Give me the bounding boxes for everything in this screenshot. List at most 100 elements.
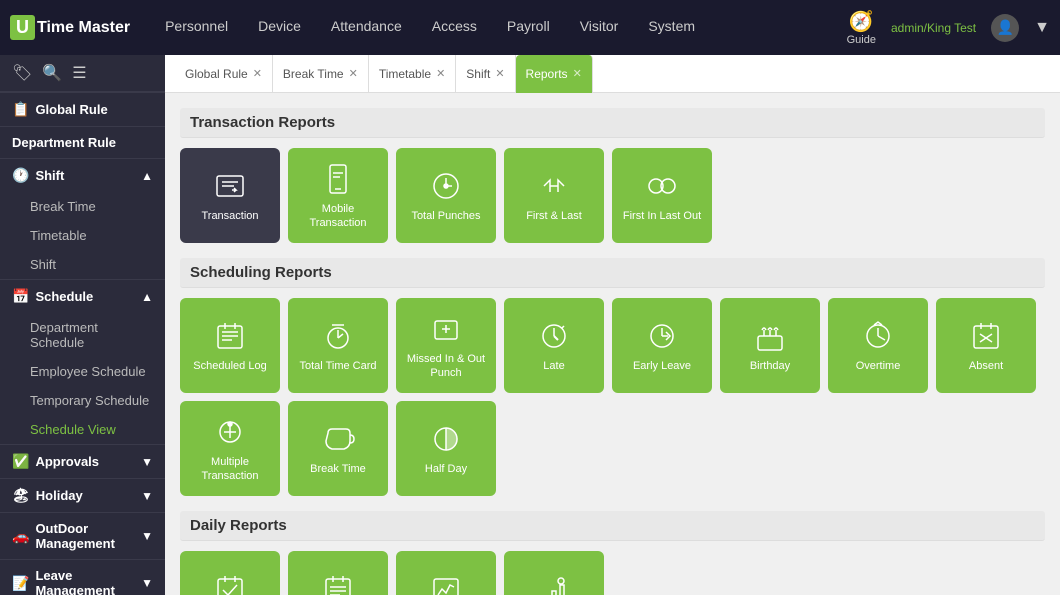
sidebar-item-leave-management[interactable]: 📝 Leave Management ▼ [0,559,165,595]
tab-timetable[interactable]: Timetable ✕ [369,55,456,93]
transaction-reports-section: Transaction Reports Transaction [180,108,1045,243]
sidebar-item-department-rule[interactable]: Department Rule [0,126,165,158]
scheduling-reports-title: Scheduling Reports [180,258,1045,288]
nav-right: 🧭 Guide admin/King Test 👤 ▼ [847,9,1050,46]
logo-text: Time Master [37,19,130,37]
list-icon[interactable]: ☰ [72,63,86,83]
tab-break-time-label: Break Time [283,67,344,81]
user-avatar[interactable]: 👤 [991,14,1019,42]
card-daily-attendance[interactable]: Daily Attendance [180,551,280,595]
sidebar-top-icons: 🏷 🔍 ☰ [0,55,165,92]
birthday-icon [752,318,788,354]
card-first-last[interactable]: First & Last [504,148,604,243]
total-punches-icon [428,168,464,204]
card-total-punches[interactable]: Total Punches [396,148,496,243]
card-mobile-transaction-label: Mobile Transaction [293,203,383,229]
daily-status-icon [536,571,572,595]
card-total-time-card[interactable]: Total Time Card [288,298,388,393]
card-birthday[interactable]: Birthday [720,298,820,393]
tab-shift[interactable]: Shift ✕ [456,55,515,93]
card-absent[interactable]: Absent [936,298,1036,393]
card-scheduled-log[interactable]: Scheduled Log [180,298,280,393]
daily-attendance-icon [212,571,248,595]
card-early-leave-label: Early Leave [633,360,691,373]
card-daily-details[interactable]: Daily Details [288,551,388,595]
card-mobile-transaction[interactable]: Mobile Transaction [288,148,388,243]
card-overtime[interactable]: Overtime [828,298,928,393]
nav-personnel[interactable]: Personnel [150,0,243,55]
card-first-in-last-out-label: First In Last Out [623,210,701,223]
tab-reports[interactable]: Reports ✕ [516,55,593,93]
card-half-day-label: Half Day [425,463,467,476]
guide-icon: 🧭 [849,9,874,34]
card-multiple-transaction[interactable]: Multiple Transaction [180,401,280,496]
card-daily-summary[interactable]: Daily Summary [396,551,496,595]
card-late[interactable]: Late [504,298,604,393]
sidebar-label-holiday: Holiday [36,488,83,503]
card-transaction[interactable]: Transaction [180,148,280,243]
sidebar-label-department-rule: Department Rule [12,135,116,150]
guide-button[interactable]: 🧭 Guide [847,9,876,46]
sidebar-item-schedule-view[interactable]: Schedule View [0,415,165,444]
sidebar-label-global-rule: Global Rule [35,102,107,117]
dropdown-arrow-icon[interactable]: ▼ [1034,19,1050,37]
half-day-icon [428,421,464,457]
card-break-time[interactable]: Break Time [288,401,388,496]
card-missed-punch[interactable]: Missed In & Out Punch [396,298,496,393]
shift-chevron-icon: ▲ [141,169,153,183]
tag-icon[interactable]: 🏷 [12,63,32,83]
tab-break-time[interactable]: Break Time ✕ [273,55,369,93]
guide-label: Guide [847,34,876,46]
first-last-icon [536,168,572,204]
daily-reports-title: Daily Reports [180,511,1045,541]
sidebar-item-shift[interactable]: Shift [0,250,165,279]
sidebar-item-temporary-schedule[interactable]: Temporary Schedule [0,386,165,415]
app-logo[interactable]: U Time Master [10,15,130,40]
tab-reports-close[interactable]: ✕ [573,67,582,80]
nav-visitor[interactable]: Visitor [565,0,634,55]
sidebar-item-employee-schedule[interactable]: Employee Schedule [0,357,165,386]
tab-timetable-close[interactable]: ✕ [436,67,445,80]
tab-reports-label: Reports [526,67,568,81]
card-half-day[interactable]: Half Day [396,401,496,496]
early-leave-icon [644,318,680,354]
sidebar-item-outdoor-management[interactable]: 🚗 OutDoor Management ▼ [0,512,165,559]
leave-icon: 📝 [12,575,29,592]
sidebar-item-timetable[interactable]: Timetable [0,221,165,250]
sidebar-item-global-rule[interactable]: 📋 Global Rule [0,92,165,126]
daily-reports-section: Daily Reports Daily Attendance [180,511,1045,595]
sidebar-item-schedule[interactable]: 📅 Schedule ▲ [0,279,165,313]
main-scroll: Transaction Reports Transaction [165,93,1060,595]
card-first-last-label: First & Last [526,210,582,223]
tab-shift-close[interactable]: ✕ [495,67,504,80]
late-icon [536,318,572,354]
break-time-icon [320,421,356,457]
content-area: Global Rule ✕ Break Time ✕ Timetable ✕ S… [165,55,1060,595]
tabs-bar: Global Rule ✕ Break Time ✕ Timetable ✕ S… [165,55,1060,93]
nav-attendance[interactable]: Attendance [316,0,417,55]
nav-access[interactable]: Access [417,0,492,55]
tab-global-rule[interactable]: Global Rule ✕ [175,55,273,93]
sidebar-item-break-time[interactable]: Break Time [0,192,165,221]
sidebar: 🏷 🔍 ☰ 📋 Global Rule Department Rule 🕐 Sh… [0,55,165,595]
card-daily-status[interactable]: Daily Status [504,551,604,595]
nav-device[interactable]: Device [243,0,316,55]
tab-global-rule-close[interactable]: ✕ [253,67,262,80]
sidebar-item-approvals[interactable]: ✅ Approvals ▼ [0,444,165,478]
card-early-leave[interactable]: Early Leave [612,298,712,393]
user-info[interactable]: admin/King Test [891,21,976,35]
daily-details-icon [320,571,356,595]
holiday-icon: 🏖 [12,487,30,504]
sidebar-item-holiday[interactable]: 🏖 Holiday ▼ [0,478,165,512]
nav-system[interactable]: System [633,0,710,55]
card-first-in-last-out[interactable]: First In Last Out [612,148,712,243]
nav-payroll[interactable]: Payroll [492,0,565,55]
card-total-time-card-label: Total Time Card [299,360,376,373]
sidebar-item-department-schedule[interactable]: Department Schedule [0,313,165,357]
daily-reports-grid: Daily Attendance Daily Details [180,551,1045,595]
scheduled-log-icon [212,318,248,354]
card-scheduled-log-label: Scheduled Log [193,360,266,373]
search-icon[interactable]: 🔍 [42,63,62,83]
tab-break-time-close[interactable]: ✕ [349,67,358,80]
sidebar-item-shift[interactable]: 🕐 Shift ▲ [0,158,165,192]
